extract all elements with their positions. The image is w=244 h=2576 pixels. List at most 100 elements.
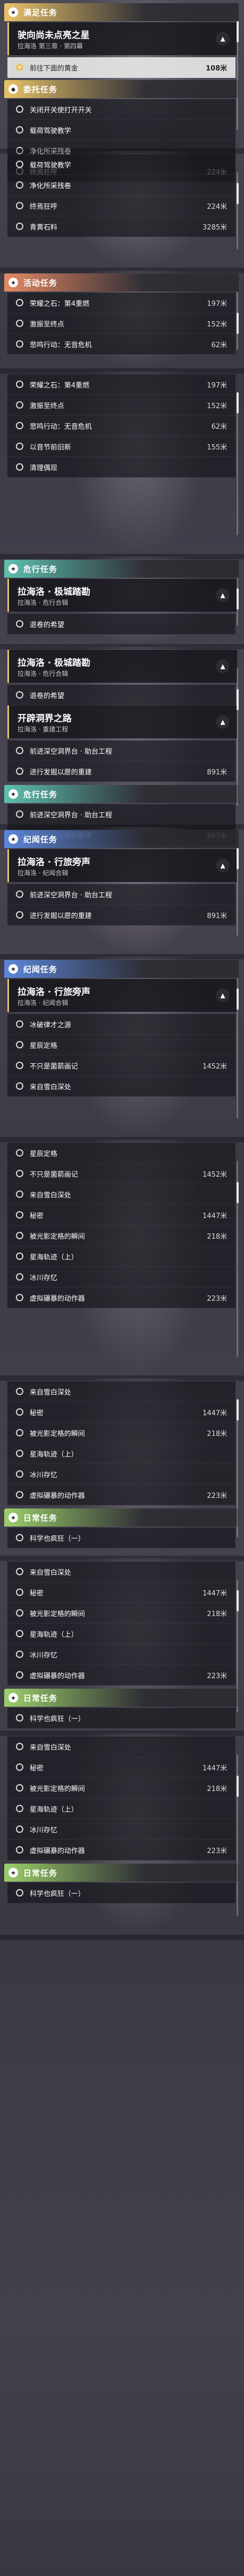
scroll-thumb[interactable] — [237, 392, 239, 413]
objective-marker-icon — [16, 401, 23, 409]
scroll-track[interactable] — [237, 668, 238, 806]
section-header: ★ 日常任务 — [4, 1689, 239, 1707]
objective-label: 被光影定格的瞬间 — [30, 1610, 85, 1618]
scroll-thumb[interactable] — [237, 1590, 239, 1611]
quest-objective-row[interactable]: 不只是菌箭画记 1452米 — [7, 1055, 236, 1076]
quest-objective-row[interactable]: 来自雪白深处 — [7, 1381, 236, 1402]
quest-objective-row[interactable]: 星海轨迹（上） — [7, 1624, 236, 1644]
quest-objective-row[interactable]: 星辰定格 — [7, 1035, 236, 1055]
quest-objective-row[interactable]: 秘密 1447米 — [7, 1582, 236, 1603]
quest-objective-row[interactable]: 前往下面的黄金 108米 — [7, 57, 236, 78]
quest-objective-row[interactable]: 科学也疯狂（一） — [7, 1883, 236, 1903]
quest-card[interactable]: 拉海洛 · 行旅旁声 拉海洛 · 纪闻合辑 ▲ — [7, 979, 237, 1012]
quest-objective-row[interactable]: 悲鸣行动：无音危机 62米 — [7, 334, 236, 355]
quest-objective-row[interactable]: 科学也疯狂（一） — [7, 1528, 236, 1548]
objective-label: 星海轨迹（上） — [30, 1630, 79, 1639]
quest-objective-row[interactable]: 激振至终点 152米 — [7, 395, 236, 416]
quest-objective-row[interactable]: 载荷驾驶教学 — [7, 154, 236, 175]
panel-divider — [0, 148, 244, 154]
quest-objective-row[interactable]: 秘密 1447米 — [7, 1402, 236, 1423]
collapse-button[interactable]: ▲ — [216, 588, 230, 602]
scroll-thumb[interactable] — [237, 313, 239, 334]
scroll-thumb[interactable] — [237, 689, 239, 710]
quest-objective-row[interactable]: 退卷的希望 — [7, 685, 236, 705]
collapse-button[interactable]: ▲ — [216, 715, 230, 729]
quest-objective-row[interactable]: 秘密 1447米 — [7, 1205, 236, 1225]
scroll-thumb[interactable] — [237, 989, 239, 1010]
objective-marker-icon — [16, 1763, 23, 1771]
quest-objective-row[interactable]: 星海轨迹（上） — [7, 1443, 236, 1464]
quest-objective-row[interactable]: 以音节前旧新 155米 — [7, 436, 236, 457]
quest-objective-row[interactable]: 被光影定格的瞬间 218米 — [7, 1603, 236, 1624]
scroll-thumb[interactable] — [237, 1182, 239, 1203]
collapse-button[interactable]: ▲ — [216, 32, 230, 46]
quest-objective-row[interactable]: 来自雪白深处 — [7, 1076, 236, 1097]
scroll-thumb[interactable] — [237, 183, 239, 204]
quest-objective-row[interactable]: 被光影定格的瞬间 218米 — [7, 1778, 236, 1798]
quest-objective-row[interactable]: 科学也疯狂（一） — [7, 1708, 236, 1728]
quest-objective-row[interactable]: 虚拟碾暴的动作器 223米 — [7, 1840, 236, 1860]
quest-objective-row[interactable]: 进行发掘以愿的重建 891米 — [7, 905, 236, 925]
quest-objective-row[interactable]: 荣耀之石：第4重燃 197米 — [7, 374, 236, 395]
scroll-thumb[interactable] — [237, 848, 239, 869]
quest-card[interactable]: 拉海洛 · 行旅旁声 拉海洛 · 纪闻合辑 ▲ — [7, 849, 237, 882]
quest-objective-row[interactable]: 虚拟碾暴的动作器 223米 — [7, 1665, 236, 1686]
quest-objective-row[interactable]: 被光影定格的瞬间 218米 — [7, 1225, 236, 1246]
collapse-button[interactable]: ▲ — [216, 989, 230, 1002]
quest-card[interactable]: 驶向尚未点亮之星 拉海洛 第三章 · 第四幕 ▲ — [7, 22, 237, 55]
quest-objective-row[interactable]: 前进深空洞界台 · 助台工程 — [7, 884, 236, 905]
objective-distance: 197米 — [207, 299, 227, 308]
quest-objective-row[interactable]: 星海轨迹（上） — [7, 1798, 236, 1819]
section-header-label: 纪闻任务 — [23, 834, 58, 844]
quest-objective-row[interactable]: 秘密 1447米 — [7, 1757, 236, 1778]
objective-marker-icon — [16, 1408, 23, 1416]
quest-objective-row[interactable]: 荣耀之石：第4重燃 197米 — [7, 293, 236, 313]
objective-label: 来自雪白深处 — [30, 1743, 72, 1752]
quest-objective-row[interactable]: 青黄石料 3285米 — [7, 216, 236, 237]
quest-objective-row[interactable]: 来自雪白深处 — [7, 1562, 236, 1582]
scroll-thumb[interactable] — [237, 21, 239, 42]
quest-objective-row[interactable]: 不只是菌箭画记 1452米 — [7, 1163, 236, 1184]
collapse-button[interactable]: ▲ — [216, 659, 230, 673]
quest-objective-row[interactable]: 悲鸣行动：无音危机 62米 — [7, 416, 236, 436]
quest-objective-row[interactable]: 冰川存忆 — [7, 1819, 236, 1840]
quest-objective-row[interactable]: 冰川存忆 — [7, 1267, 236, 1287]
quest-card[interactable]: 拉海洛 · 极城踏勘 拉海洛 · 危行合辑 ▲ — [7, 579, 237, 612]
quest-objective-row[interactable]: 清理偶现 — [7, 457, 236, 478]
quest-objective-row[interactable]: 进行发掘以愿的重建 891米 — [7, 761, 236, 782]
quest-objective-row[interactable]: 前进深空洞界台 · 助台工程 — [7, 740, 236, 761]
scroll-thumb[interactable] — [237, 1776, 239, 1797]
quest-objective-row[interactable]: 前进深空洞界台 · 助台工程 — [7, 804, 236, 825]
objective-distance: 152米 — [207, 320, 227, 329]
section-header: ★ 日常任务 — [4, 1864, 239, 1882]
quest-objective-row[interactable]: 来自雪白深处 — [7, 1736, 236, 1757]
objective-label: 不只是菌箭画记 — [30, 1170, 79, 1179]
objective-marker-icon — [16, 1149, 23, 1157]
quest-objective-row[interactable]: 冰川存忆 — [7, 1644, 236, 1665]
quest-objective-row[interactable]: 虚拟碾暴的动作器 223米 — [7, 1287, 236, 1308]
quest-objective-row[interactable]: 关闭开关使打开开关 — [7, 99, 236, 120]
scroll-track[interactable] — [237, 392, 238, 535]
objective-label: 秘密 — [30, 1589, 44, 1598]
section-header: ★ 日常任务 — [4, 1508, 239, 1527]
objective-marker-icon — [16, 105, 23, 113]
scroll-thumb[interactable] — [237, 588, 239, 610]
quest-card[interactable]: 拉海洛 · 极城踏勘 拉海洛 · 危行合辑 ▲ — [7, 650, 237, 683]
quest-objective-row[interactable]: 终焉狂呼 224米 — [7, 196, 236, 216]
section-header-label: 活动任务 — [23, 278, 58, 288]
quest-objective-row[interactable]: 冰破律才之源 — [7, 1014, 236, 1035]
quest-objective-row[interactable]: 净化所采残卷 — [7, 175, 236, 196]
quest-objective-row[interactable]: 载荷驾驶教学 — [7, 120, 236, 140]
quest-objective-row[interactable]: 激振至终点 152米 — [7, 313, 236, 334]
quest-objective-row[interactable]: 虚拟碾暴的动作器 223米 — [7, 1485, 236, 1505]
quest-objective-row[interactable]: 退卷的希望 — [7, 614, 236, 634]
section-header-label: 日常任务 — [23, 1868, 58, 1878]
collapse-button[interactable]: ▲ — [216, 859, 230, 872]
quest-objective-row[interactable]: 冰川存忆 — [7, 1464, 236, 1485]
quest-objective-row[interactable]: 星海轨迹（上） — [7, 1246, 236, 1267]
quest-objective-row[interactable]: 被光影定格的瞬间 218米 — [7, 1423, 236, 1443]
quest-objective-row[interactable]: 来自雪白深处 — [7, 1184, 236, 1205]
quest-objective-row[interactable]: 星辰定格 — [7, 1143, 236, 1163]
scroll-thumb[interactable] — [237, 1399, 239, 1421]
quest-card[interactable]: 开辟洞界之路 拉海洛 · 重建工程 ▲ — [7, 705, 237, 738]
